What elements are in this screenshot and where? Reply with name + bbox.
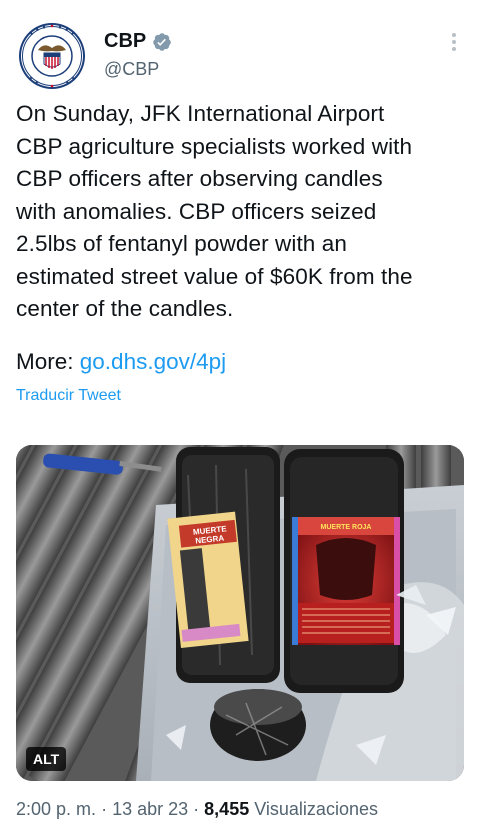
account-name-block: CBP @CBP xyxy=(104,30,172,80)
alt-text-badge[interactable]: ALT xyxy=(26,747,67,771)
views-count: 8,455 xyxy=(204,799,250,819)
account-handle[interactable]: @CBP xyxy=(104,59,172,80)
tweet-metadata: 2:00 p. m. · 13 abr 23 · 8,455 Visualiza… xyxy=(16,799,378,820)
views-label: Visualizaciones xyxy=(254,799,378,819)
separator: · xyxy=(193,799,200,819)
tweet-photo[interactable]: MUERTE NEGRA MUERTE ROJA ALT xyxy=(16,445,464,781)
translate-tweet-link[interactable]: Traducir Tweet xyxy=(16,387,121,405)
tweet-text-line: center of the candles. xyxy=(16,296,234,321)
tweet-text-line: CBP agriculture specialists worked with xyxy=(16,133,413,159)
tweet-text-line: with anomalies. CBP officers seized xyxy=(16,198,377,224)
tweet-text-line: On Sunday, JFK International Airport xyxy=(16,101,385,126)
more-line: More: go.dhs.gov/4pj xyxy=(16,346,226,378)
cbp-seal-image xyxy=(16,20,88,92)
tweet-time[interactable]: 2:00 p. m. xyxy=(16,799,96,819)
tweet-text-line: estimated street value of $60K from the xyxy=(16,263,413,289)
tweet-text-line: CBP officers after observing candles xyxy=(16,166,383,191)
name-row: CBP xyxy=(104,30,172,53)
right-jar-label: MUERTE ROJA xyxy=(321,524,372,531)
avatar[interactable] xyxy=(16,20,88,92)
tweet-date[interactable]: 13 abr 23 xyxy=(112,799,188,819)
more-options-icon[interactable] xyxy=(446,30,462,54)
more-label: More: xyxy=(16,349,74,374)
candles-photo: MUERTE NEGRA MUERTE ROJA xyxy=(16,445,464,781)
separator: · xyxy=(101,799,108,819)
tweet-text-line: 2.5lbs of fentanyl powder with an xyxy=(16,231,347,256)
tweet-text: On Sunday, JFK International Airport CBP… xyxy=(16,98,468,326)
display-name[interactable]: CBP xyxy=(104,30,146,53)
more-link[interactable]: go.dhs.gov/4pj xyxy=(80,349,226,374)
verified-badge-icon xyxy=(152,32,172,52)
tweet-header: CBP @CBP xyxy=(0,0,480,95)
